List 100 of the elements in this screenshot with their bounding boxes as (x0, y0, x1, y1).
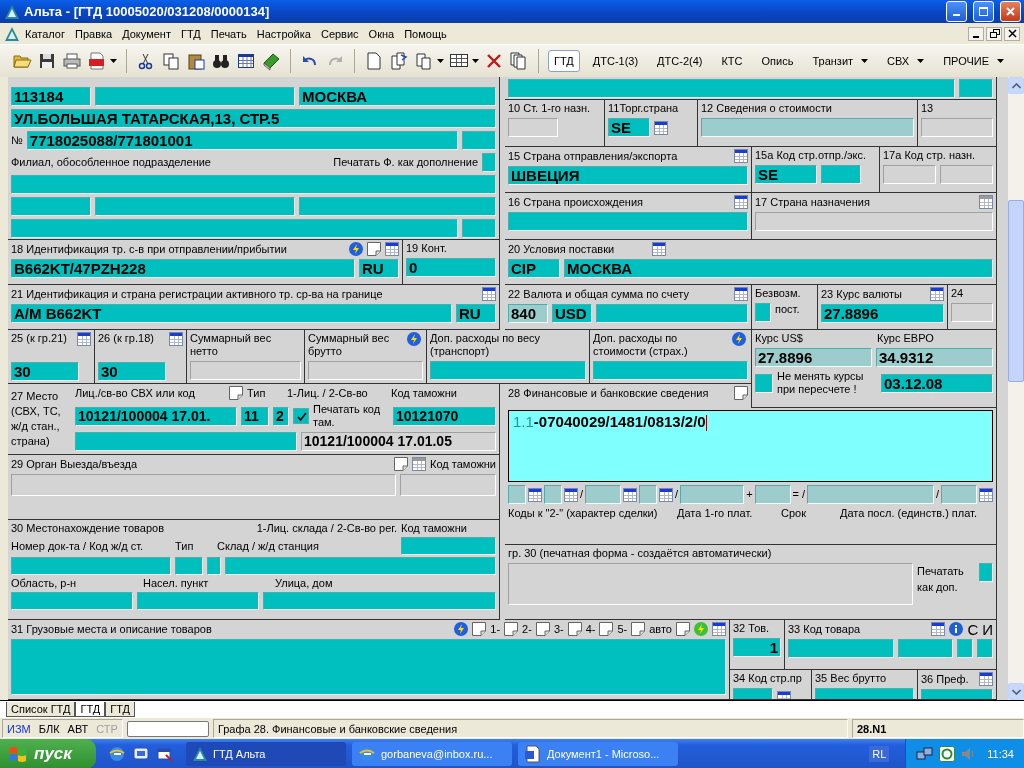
document-tab[interactable]: КТС (715, 50, 749, 72)
note-icon[interactable] (567, 622, 582, 636)
table-icon[interactable] (659, 487, 674, 502)
table-icon[interactable] (169, 332, 183, 346)
input-field[interactable]: 0 (406, 258, 496, 277)
app-icon[interactable] (939, 746, 956, 762)
note-icon[interactable] (676, 622, 690, 636)
input-field[interactable] (11, 197, 91, 216)
input-field[interactable]: 30 (98, 362, 166, 381)
input-field[interactable] (11, 639, 726, 695)
scroll-down-button[interactable] (1008, 683, 1024, 700)
taskbar-button[interactable]: ГТД Альта (186, 742, 346, 766)
checkbox[interactable] (293, 408, 309, 424)
menu-item[interactable]: Каталог (20, 25, 70, 42)
note-icon[interactable] (599, 622, 614, 636)
taskbar-button[interactable]: gorbaneva@inbox.ru... (352, 742, 512, 766)
document-tab[interactable]: ГТД (548, 50, 580, 72)
scroll-up-button[interactable] (1008, 77, 1024, 94)
input-field[interactable]: 2 (273, 406, 289, 426)
table-icon[interactable] (652, 242, 666, 256)
input-field[interactable] (401, 537, 496, 555)
caret-icon[interactable] (472, 59, 479, 63)
input-field[interactable] (137, 592, 259, 610)
table-icon[interactable] (931, 622, 946, 636)
input-field[interactable] (957, 639, 973, 658)
desktop-icon[interactable] (132, 745, 150, 763)
table-icon[interactable] (482, 287, 496, 301)
input-field[interactable] (462, 131, 496, 150)
input-field[interactable]: УЛ.БОЛЬШАЯ ТАТАРСКАЯ,13, СТР.5 (11, 109, 496, 128)
input-field[interactable]: 30 (11, 362, 79, 381)
text-area[interactable]: 1.1-07040029/1481/0813/2/0 (508, 410, 993, 482)
note-icon[interactable] (394, 457, 409, 471)
document-icon[interactable] (87, 51, 107, 71)
input-field[interactable] (788, 639, 894, 658)
input-field[interactable] (977, 639, 993, 658)
sheet-tab[interactable]: Список ГТД (6, 702, 76, 717)
input-field[interactable] (508, 79, 955, 98)
lightning-icon[interactable] (349, 242, 363, 256)
document-tab[interactable]: ПРОЧИЕ (937, 50, 1011, 72)
table-icon[interactable] (528, 487, 542, 502)
input-field[interactable] (11, 219, 458, 238)
network-icon[interactable] (916, 746, 935, 762)
document-tab[interactable]: Транзит (806, 50, 875, 72)
print-icon[interactable] (62, 51, 82, 71)
input-field[interactable] (755, 373, 773, 393)
note-icon[interactable] (631, 622, 646, 636)
input-field[interactable]: 1 (733, 638, 781, 657)
input-field[interactable]: ШВЕЦИЯ (508, 166, 748, 185)
input-field[interactable]: 27.8896 (821, 304, 944, 323)
input-field[interactable] (821, 165, 861, 184)
input-field[interactable] (593, 361, 748, 380)
input-field[interactable]: 10121070 (393, 406, 496, 426)
input-field[interactable] (126, 720, 209, 737)
close-button[interactable] (1004, 26, 1020, 41)
menu-item[interactable]: Настройка (251, 25, 316, 42)
note-icon[interactable] (504, 622, 519, 636)
window-icon[interactable] (156, 745, 174, 763)
input-field[interactable] (462, 219, 496, 238)
input-field[interactable]: SE (608, 118, 650, 137)
input-field[interactable] (225, 557, 496, 575)
table-icon[interactable] (77, 332, 91, 346)
input-field[interactable] (508, 212, 748, 231)
table-icon[interactable] (979, 672, 993, 686)
document-tab[interactable]: ДТС-2(4) (651, 50, 709, 72)
input-field[interactable]: B662KT/47PZH228 (11, 259, 355, 278)
lightning-icon[interactable] (732, 332, 746, 346)
maximize-button[interactable] (973, 1, 994, 22)
input-field[interactable] (596, 304, 748, 323)
page-icon[interactable] (364, 51, 384, 71)
minimize-button[interactable] (968, 26, 984, 41)
pages-stack-icon[interactable] (509, 51, 529, 71)
input-field[interactable] (11, 592, 133, 610)
input-field[interactable] (959, 79, 993, 98)
scroll-thumb[interactable] (1008, 200, 1024, 382)
menu-item[interactable]: ГТД (175, 25, 206, 42)
input-field[interactable]: CIP (508, 259, 560, 278)
input-field[interactable] (299, 197, 496, 216)
paste-icon[interactable] (186, 51, 206, 71)
input-field[interactable] (898, 639, 953, 658)
table-icon[interactable] (979, 487, 993, 502)
caret-icon[interactable] (110, 59, 117, 63)
table-icon[interactable] (564, 487, 578, 502)
menu-item[interactable]: Сервис (315, 25, 364, 42)
input-field[interactable]: 11 (241, 406, 269, 426)
input-field[interactable]: 113184 (11, 87, 91, 106)
menu-item[interactable]: Окна (363, 25, 400, 42)
scrollbar[interactable] (1008, 77, 1024, 700)
table-icon[interactable] (654, 120, 668, 135)
input-field[interactable] (755, 303, 771, 322)
input-field[interactable] (482, 153, 496, 172)
lightning-icon[interactable] (454, 622, 469, 636)
input-field[interactable]: USD (552, 304, 592, 323)
note-icon[interactable] (535, 622, 550, 636)
table-icon[interactable] (734, 287, 748, 301)
input-field[interactable] (207, 557, 221, 575)
table-icon[interactable] (930, 287, 944, 301)
menu-item[interactable]: Правка (70, 25, 118, 42)
sheet-tab[interactable]: ГТД (105, 702, 135, 717)
table-icon[interactable] (734, 195, 748, 209)
input-field[interactable] (11, 557, 171, 575)
